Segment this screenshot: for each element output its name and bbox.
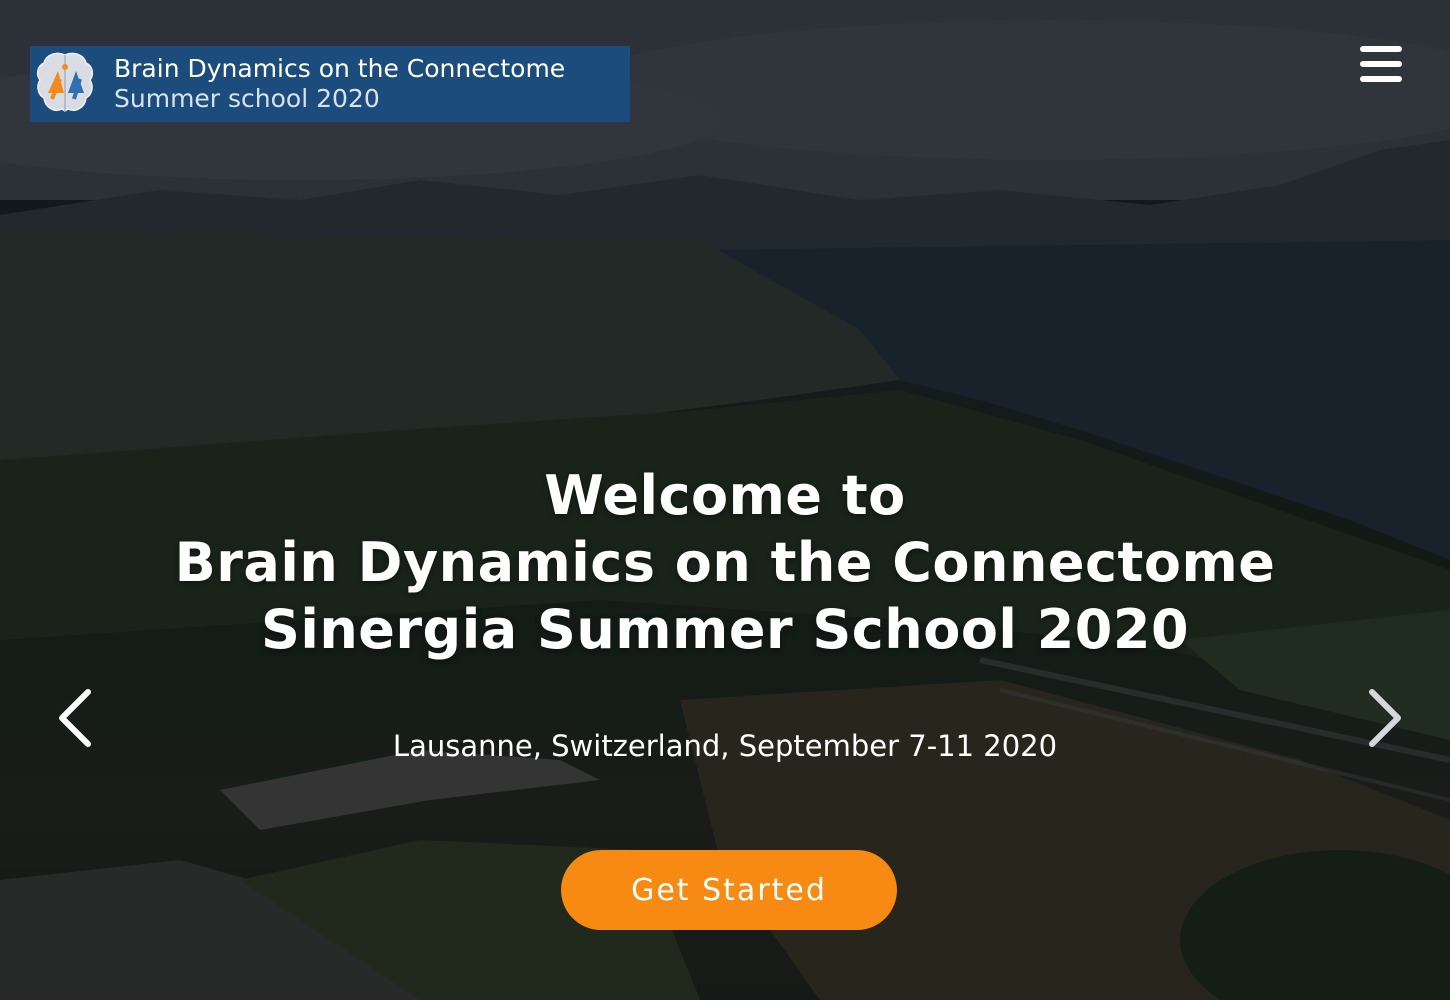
- hero-headline: Welcome to Brain Dynamics on the Connect…: [0, 462, 1450, 663]
- logo-subtitle: Summer school 2020: [114, 84, 380, 113]
- menu-bar: [1360, 76, 1402, 82]
- headline-line-1: Welcome to: [544, 464, 906, 527]
- headline-line-2: Brain Dynamics on the Connectome: [174, 531, 1276, 594]
- menu-bar: [1360, 61, 1402, 67]
- hamburger-menu-icon[interactable]: [1360, 46, 1402, 82]
- chevron-left-icon[interactable]: [54, 686, 98, 750]
- brain-logo-icon: [30, 46, 100, 122]
- event-location-date: Lausanne, Switzerland, September 7-11 20…: [392, 729, 1058, 763]
- logo-title: Brain Dynamics on the Connectome: [114, 54, 566, 83]
- headline-line-3: Sinergia Summer School 2020: [260, 598, 1190, 661]
- hero-carousel: Brain Dynamics on the Connectome Summer …: [0, 0, 1450, 1000]
- chevron-right-icon[interactable]: [1362, 686, 1406, 750]
- logo-text: Brain Dynamics on the Connectome Summer …: [114, 54, 565, 114]
- site-logo[interactable]: Brain Dynamics on the Connectome Summer …: [30, 46, 630, 122]
- get-started-button[interactable]: Get Started: [561, 850, 897, 930]
- menu-bar: [1360, 46, 1402, 52]
